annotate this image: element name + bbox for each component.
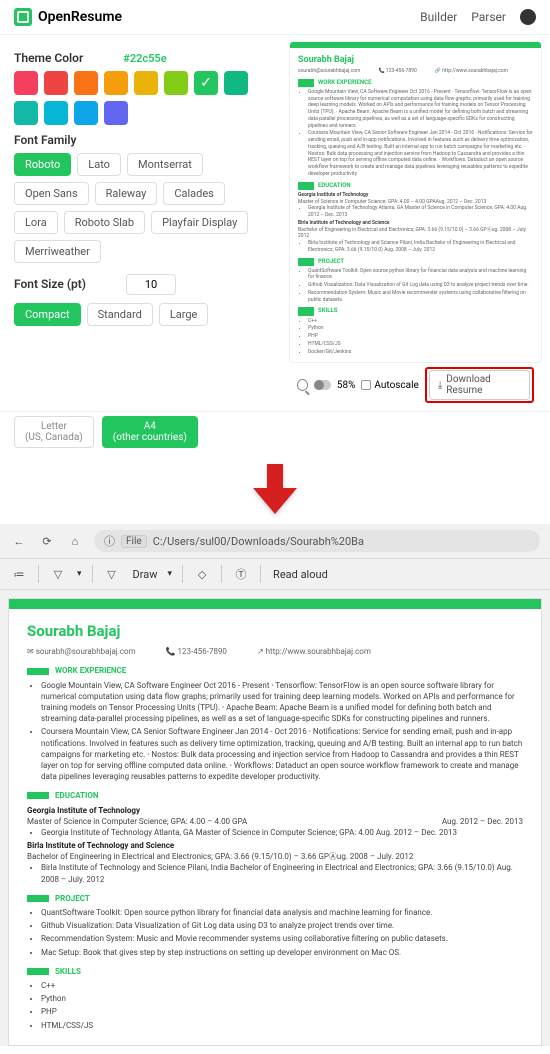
logo-icon: [14, 8, 32, 26]
theme-hex[interactable]: #22c55e: [123, 52, 166, 65]
paper-letter-button[interactable]: Letter(US, Canada): [14, 416, 94, 448]
font-lato[interactable]: Lato: [77, 153, 121, 176]
swatch-f59e0b[interactable]: [104, 71, 128, 95]
pdf-document: Sourabh Bajaj ✉ sourabh@sourabhbajaj.com…: [8, 598, 542, 1045]
swatch-ef4444[interactable]: [44, 71, 68, 95]
size-label: Font Size (pt): [14, 277, 86, 291]
autoscale-label: Autoscale: [374, 380, 418, 391]
font-row: Roboto Lato Montserrat Open Sans RalewayCala…: [14, 153, 271, 263]
doc-sh-proj: PROJECT: [27, 893, 523, 904]
github-icon[interactable]: [520, 9, 536, 25]
preview-name: Sourabh Bajaj: [298, 54, 533, 66]
font-raleway[interactable]: Raleway: [95, 182, 158, 205]
home-icon[interactable]: ⌂: [66, 532, 84, 550]
swatch-f43f5e[interactable]: [14, 71, 38, 95]
font-playfair-display[interactable]: Playfair Display: [151, 211, 248, 234]
highlight-icon[interactable]: ▽: [49, 565, 67, 583]
zoom-toggle[interactable]: [314, 380, 331, 390]
doc-phone: 📞 123-456-7890: [166, 646, 227, 657]
url-path: C:/Users/sul00/Downloads/Sourabh%20Ba: [153, 535, 364, 548]
swatch-f97316[interactable]: [74, 71, 98, 95]
doc-sh-edu: EDUCATION: [27, 790, 523, 801]
swatch-row: [14, 71, 271, 125]
nav-parser[interactable]: Parser: [471, 10, 506, 24]
font-label: Font Family: [14, 133, 271, 147]
font-calades[interactable]: Calades: [163, 182, 225, 205]
preview-sh-skills: SKILLS: [298, 307, 533, 315]
doc-sh-work: WORK EXPERIENCE: [27, 665, 523, 676]
swatch-06b6d4[interactable]: [44, 101, 68, 125]
size-row: Compact Standard Large: [14, 303, 271, 326]
draw-button[interactable]: Draw: [133, 568, 158, 581]
preview-phone: 📞 123-456-7890: [378, 68, 416, 75]
back-icon[interactable]: ←: [10, 532, 28, 550]
font-lora[interactable]: Lora: [14, 211, 58, 234]
doc-email: ✉ sourabh@sourabhbajaj.com: [27, 646, 136, 657]
swatch-eab308[interactable]: [134, 71, 158, 95]
font-montserrat[interactable]: Montserrat: [127, 153, 203, 176]
resume-preview: Sourabh Bajaj sourabh@sourabhbajaj.com 📞…: [289, 41, 542, 363]
preview-sh-work: WORK EXPERIENCE: [298, 79, 533, 87]
swatch-84cc16[interactable]: [164, 71, 188, 95]
refresh-icon[interactable]: ⟳: [38, 532, 56, 550]
url-file-badge: File: [121, 535, 147, 548]
nav-builder[interactable]: Builder: [420, 10, 457, 24]
size-compact[interactable]: Compact: [14, 303, 81, 326]
erase-icon[interactable]: ◇: [193, 565, 211, 583]
download-button[interactable]: ⤓ Download Resume: [429, 370, 530, 400]
size-input[interactable]: 10: [126, 274, 176, 295]
download-icon: ⤓: [438, 380, 442, 391]
swatch-22c55e[interactable]: [194, 71, 218, 95]
draw-icon[interactable]: ▽: [103, 565, 121, 583]
paper-a4-button[interactable]: A4(other countries): [102, 416, 198, 448]
preview-email: sourabh@sourabhbajaj.com: [298, 68, 360, 75]
doc-sh-skills: SKILLS: [27, 966, 523, 977]
doc-site: ↗ http://www.sourabhbajaj.com: [257, 646, 371, 657]
toc-icon[interactable]: ≔: [10, 565, 28, 583]
url-pill[interactable]: ⓘ File C:/Users/sul00/Downloads/Sourabh%…: [94, 530, 540, 552]
brand-logo[interactable]: OpenResume: [14, 8, 122, 26]
preview-site: 🔗 http://www.sourabhbajaj.com: [435, 68, 508, 75]
theme-label: Theme Color#22c55e: [14, 51, 271, 65]
preview-sh-proj: PROJECT: [298, 258, 533, 266]
font-open-sans[interactable]: Open Sans: [14, 182, 89, 205]
swatch-10b981[interactable]: [224, 71, 248, 95]
font-merriweather[interactable]: Merriweather: [14, 240, 101, 263]
size-standard[interactable]: Standard: [87, 303, 153, 326]
doc-name: Sourabh Bajaj: [27, 621, 523, 642]
preview-sh-edu: EDUCATION: [298, 182, 533, 190]
size-large[interactable]: Large: [159, 303, 209, 326]
swatch-6366f1[interactable]: [104, 101, 128, 125]
font-roboto-slab[interactable]: Roboto Slab: [64, 211, 145, 234]
brand-text: OpenResume: [38, 9, 122, 25]
zoom-pct: 58%: [337, 380, 356, 391]
arrow-graphic: [0, 464, 550, 518]
font-roboto[interactable]: Roboto: [14, 153, 71, 176]
read-aloud-button[interactable]: Read aloud: [273, 568, 328, 581]
swatch-0ea5e9[interactable]: [74, 101, 98, 125]
swatch-14b8a6[interactable]: [14, 101, 38, 125]
zoom-icon[interactable]: [297, 379, 308, 391]
autoscale-checkbox[interactable]: [361, 380, 371, 390]
highlight-box: ⤓ Download Resume: [425, 367, 534, 403]
text-icon[interactable]: Ⓣ: [232, 565, 250, 583]
